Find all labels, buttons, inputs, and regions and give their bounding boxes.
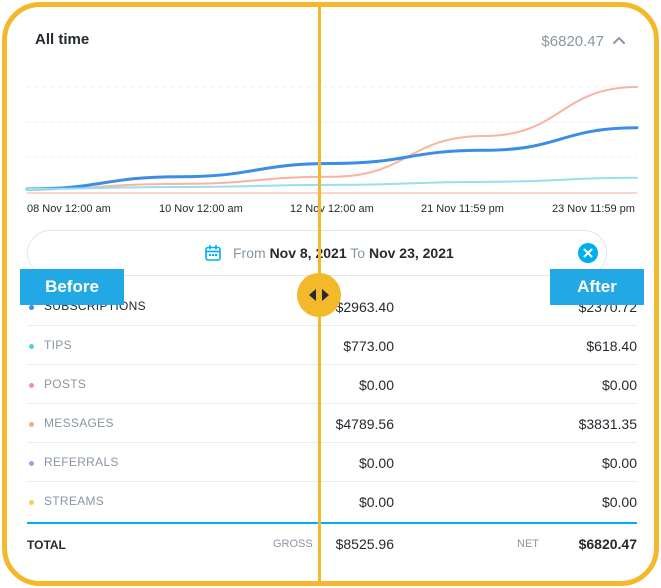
row-label: STREAMS: [44, 494, 105, 508]
table-row: POSTS $0.00 $0.00: [27, 365, 637, 404]
earnings-chart: [25, 86, 639, 194]
x-tick-label: 21 Nov 11:59 pm: [421, 203, 504, 215]
series-dot: [29, 500, 34, 505]
series-dot: [29, 461, 34, 466]
gross-value: $2963.40: [335, 299, 394, 315]
series-line: [26, 86, 638, 190]
earnings-table: SUBSCRIPTIONS $2963.40 $2370.72 TIPS $77…: [27, 287, 637, 521]
gross-value: $773.00: [343, 338, 394, 354]
row-label: REFERRALS: [44, 455, 119, 469]
table-row: REFERRALS $0.00 $0.00: [27, 443, 637, 482]
series-dot: [29, 383, 34, 388]
after-tag: After: [550, 269, 644, 305]
total-row: TOTAL GROSS $8525.96 NET $6820.47: [27, 524, 637, 564]
series-dot: [29, 344, 34, 349]
x-tick-label: 10 Nov 12:00 am: [159, 203, 243, 215]
gross-total: $8525.96: [335, 536, 394, 552]
x-tick-label: 08 Nov 12:00 am: [27, 203, 111, 215]
series-dot: [29, 305, 34, 310]
net-total: $6820.47: [578, 536, 637, 552]
table-row: MESSAGES $4789.56 $3831.35: [27, 404, 637, 443]
net-value: $0.00: [601, 494, 637, 510]
x-axis: 08 Nov 12:00 am 10 Nov 12:00 am 12 Nov 1…: [7, 203, 654, 219]
left-right-arrows-icon: [309, 289, 329, 301]
clear-date-icon[interactable]: [578, 243, 598, 263]
series-dot: [29, 422, 34, 427]
net-value: $0.00: [601, 377, 637, 393]
gross-value: $0.00: [358, 494, 394, 510]
net-value: $3831.35: [578, 416, 637, 432]
total-label: TOTAL: [27, 538, 66, 552]
table-row: TIPS $773.00 $618.40: [27, 326, 637, 365]
table-row: STREAMS $0.00 $0.00: [27, 482, 637, 521]
from-label: From: [233, 245, 266, 261]
row-label: TIPS: [44, 338, 72, 352]
row-label: MESSAGES: [44, 416, 114, 430]
row-label: POSTS: [44, 377, 87, 391]
calendar-icon: [205, 244, 221, 261]
x-tick-label: 23 Nov 11:59 pm: [552, 203, 635, 215]
to-label: To: [350, 245, 366, 261]
gross-value: $4789.56: [335, 416, 394, 432]
gross-value: $0.00: [358, 455, 394, 471]
net-value: $618.40: [586, 338, 637, 354]
earnings-card: All time $6820.47 08 Nov 12:00 am 10 Nov…: [7, 7, 654, 581]
slider-handle[interactable]: [297, 273, 341, 317]
gross-label: GROSS: [273, 538, 313, 550]
gross-value: $0.00: [358, 377, 394, 393]
comparison-frame: All time $6820.47 08 Nov 12:00 am 10 Nov…: [2, 2, 659, 586]
net-value: $0.00: [601, 455, 637, 471]
from-date: Nov 8, 2021: [269, 245, 347, 261]
date-range-text: From Nov 8, 2021 To Nov 23, 2021: [233, 245, 454, 261]
x-tick-label: 12 Nov 12:00 am: [290, 203, 374, 215]
to-date: Nov 23, 2021: [368, 245, 454, 261]
net-label: NET: [517, 538, 539, 550]
before-tag: Before: [20, 269, 124, 305]
